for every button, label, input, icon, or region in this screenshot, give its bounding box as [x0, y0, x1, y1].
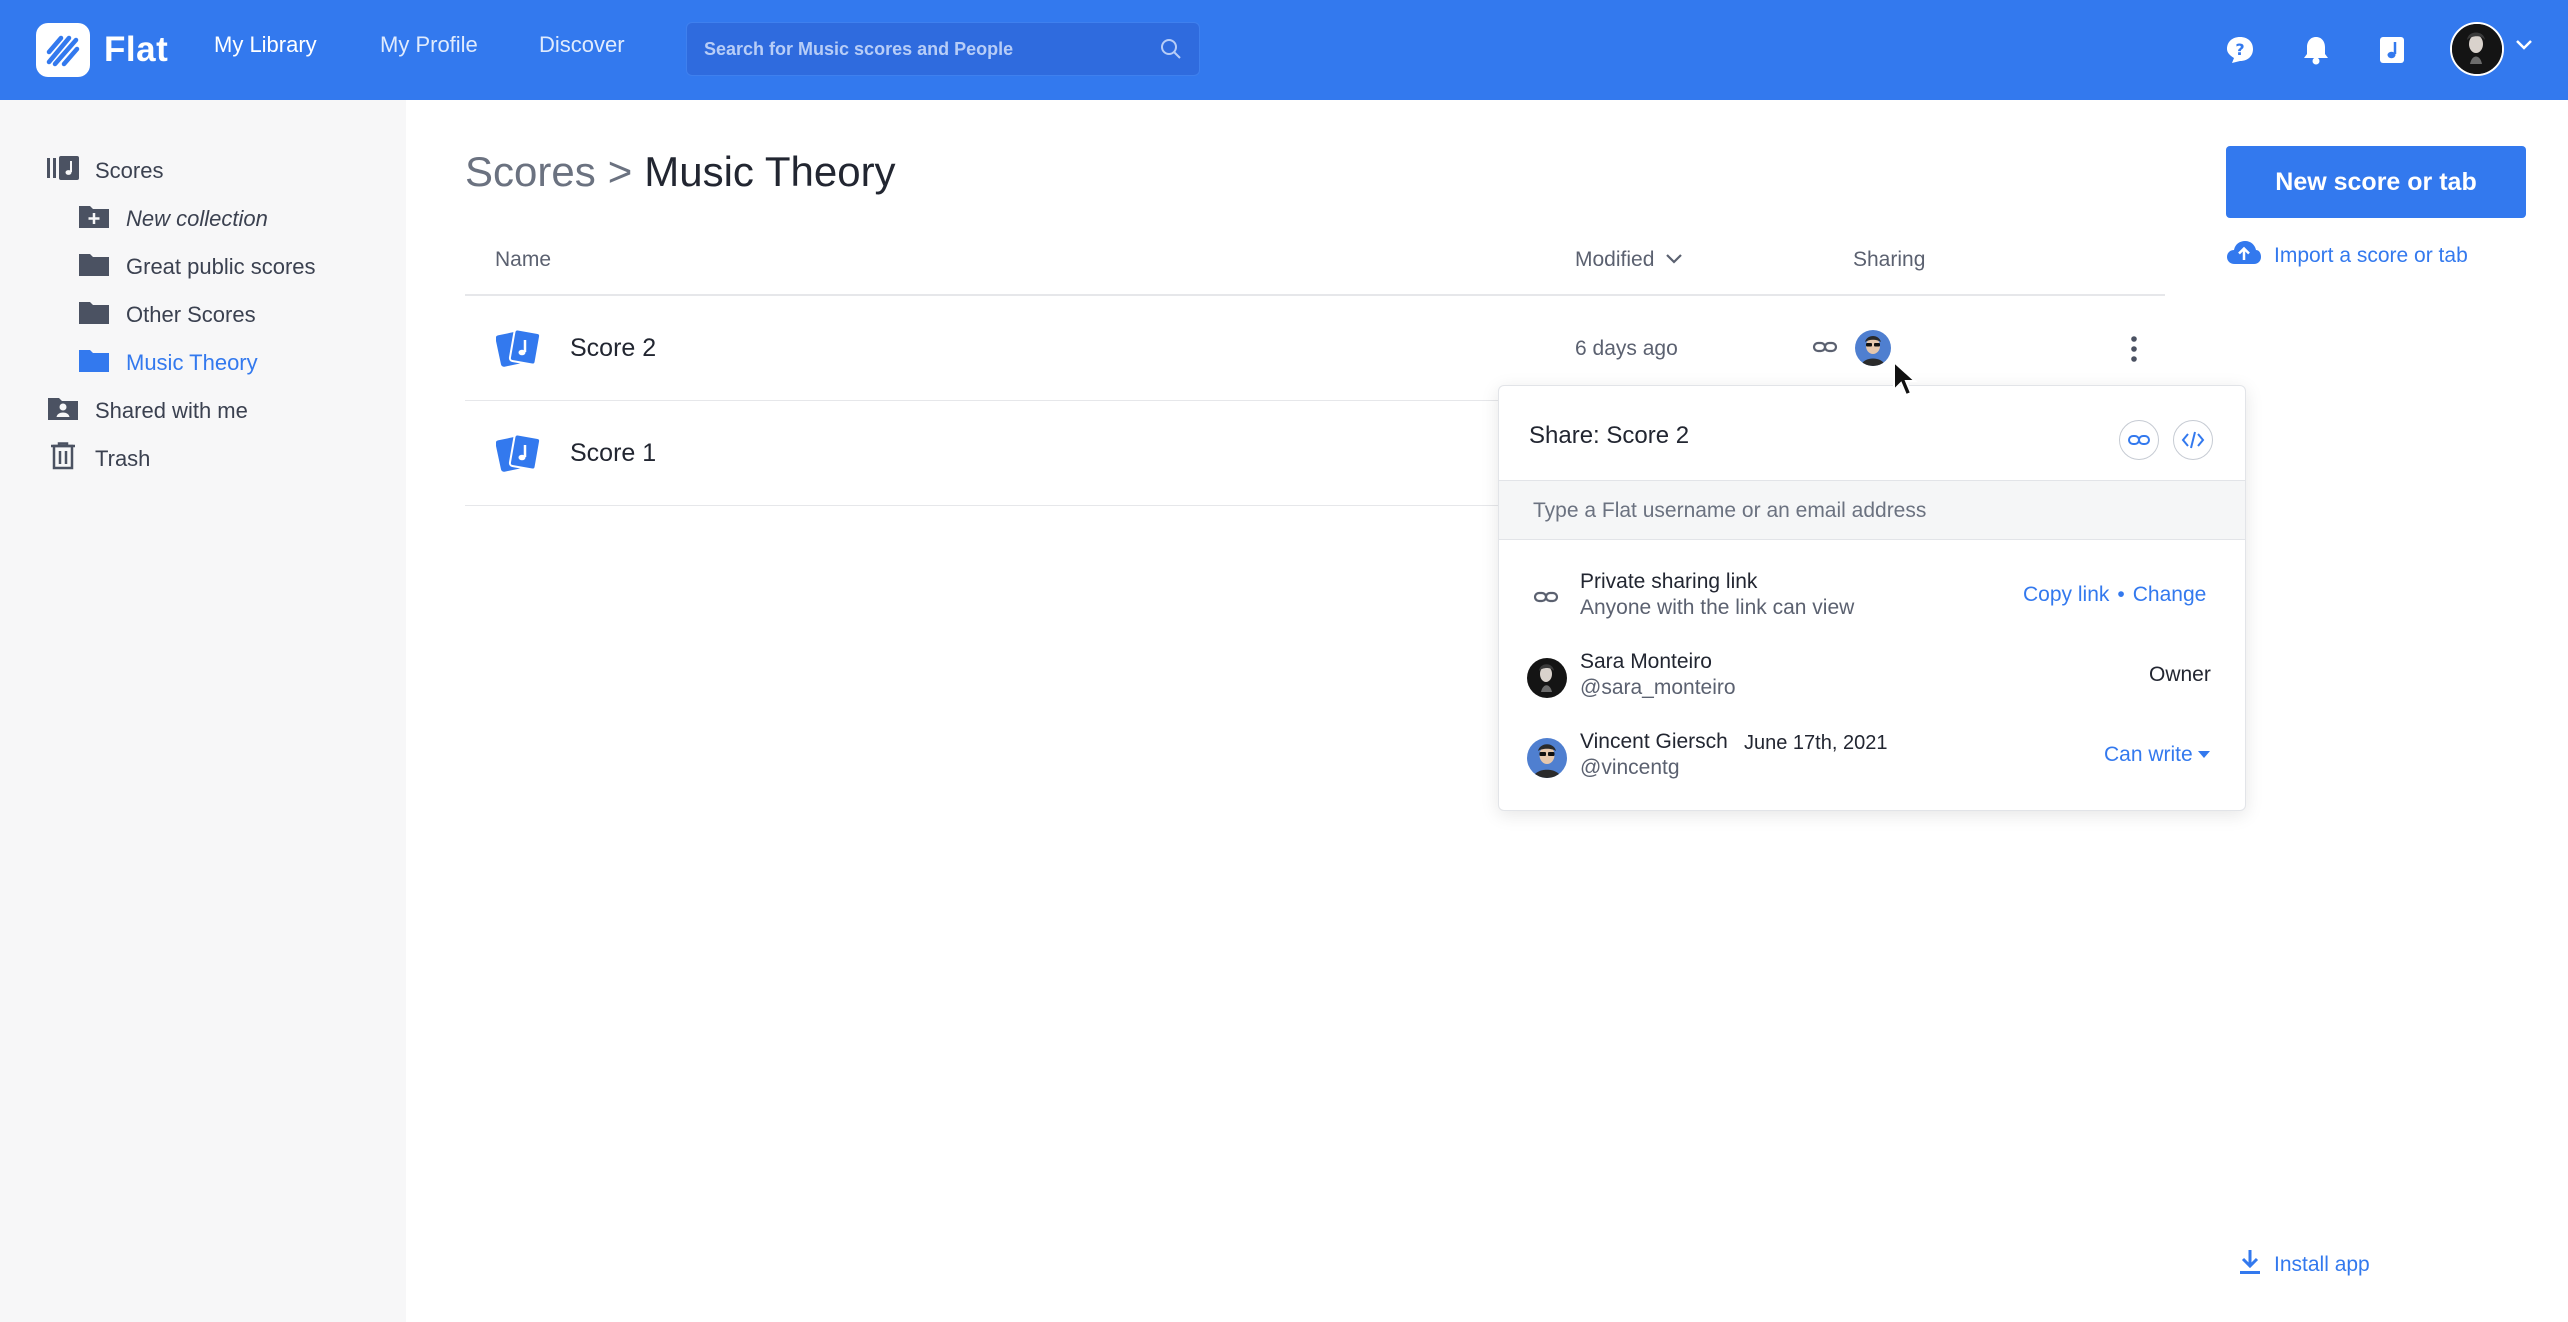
mouse-cursor-icon [1892, 359, 1918, 403]
search-bar [686, 22, 1200, 76]
sidebar-item-shared-with-me[interactable]: Shared with me [47, 394, 248, 428]
sidebar-item-label: New collection [126, 206, 268, 231]
sidebar-item-music-theory[interactable]: Music Theory [78, 346, 258, 380]
user-name: Sara Monteiro [1580, 650, 1712, 673]
private-link-subtitle: Anyone with the link can view [1580, 596, 1855, 619]
music-note-icon[interactable] [2372, 30, 2412, 70]
sidebar: Scores New collection Great public score… [0, 100, 406, 1322]
user-avatar[interactable] [2450, 22, 2504, 76]
breadcrumb-parent[interactable]: Scores [465, 148, 596, 195]
flat-logo-icon [36, 23, 90, 77]
breadcrumb: Scores > Music Theory [465, 148, 896, 196]
permission-label: Can write [2104, 743, 2193, 766]
score-file-icon [495, 327, 542, 374]
install-app-link[interactable]: Install app [2238, 1248, 2370, 1282]
copy-link-icon[interactable] [2119, 420, 2159, 460]
share-username-input[interactable] [1533, 493, 2213, 529]
trash-icon [47, 442, 79, 476]
column-header-sharing: Sharing [1853, 248, 1926, 271]
chevron-down-icon [1664, 248, 1684, 272]
sidebar-item-label: Music Theory [126, 350, 258, 375]
sidebar-item-trash[interactable]: Trash [47, 442, 150, 476]
chevron-down-icon[interactable] [2514, 38, 2534, 57]
cloud-upload-icon [2226, 240, 2262, 272]
modified-date: 6 days ago [1575, 337, 1678, 360]
nav-discover[interactable]: Discover [539, 32, 625, 58]
folder-icon [78, 298, 110, 332]
top-bar: Flat My Library My Profile Discover ? [0, 0, 2568, 100]
user-name: Vincent Giersch [1580, 730, 1728, 753]
folder-plus-icon [78, 202, 110, 236]
sidebar-item-other-scores[interactable]: Other Scores [78, 298, 256, 332]
user-role: Owner [2149, 663, 2211, 686]
collaborator-avatar [1527, 738, 1567, 778]
column-header-modified[interactable]: Modified [1575, 248, 1684, 272]
folder-icon [78, 346, 110, 380]
table-header-divider [465, 294, 2165, 296]
search-input[interactable] [704, 38, 1144, 60]
notifications-bell-icon[interactable] [2296, 30, 2336, 70]
score-file-icon [495, 432, 542, 479]
new-score-button[interactable]: New score or tab [2226, 146, 2526, 218]
popover-title: Share: Score 2 [1529, 422, 1690, 449]
sidebar-item-scores[interactable]: Scores [47, 154, 163, 188]
owner-avatar [1527, 658, 1567, 698]
collaborator-avatar[interactable] [1855, 330, 1891, 366]
download-icon [2238, 1248, 2262, 1282]
permission-dropdown[interactable]: Can write [2104, 743, 2210, 767]
breadcrumb-separator: > [607, 148, 633, 195]
sidebar-item-new-collection[interactable]: New collection [78, 202, 268, 236]
embed-code-icon[interactable] [2173, 420, 2213, 460]
sidebar-item-label: Great public scores [126, 254, 316, 279]
import-score-link[interactable]: Import a score or tab [2226, 240, 2468, 272]
help-icon[interactable]: ? [2220, 30, 2260, 70]
search-icon[interactable] [1159, 37, 1183, 66]
link-icon [1533, 586, 1559, 613]
sidebar-item-label: Trash [95, 446, 151, 471]
link-icon[interactable] [1812, 336, 1838, 363]
caret-down-icon [2197, 746, 2210, 764]
folder-icon [78, 250, 110, 284]
sidebar-item-great-public-scores[interactable]: Great public scores [78, 250, 316, 284]
share-date: June 17th, 2021 [1744, 732, 1888, 754]
install-label: Install app [2274, 1253, 2370, 1276]
copy-link-button[interactable]: Copy link [2023, 583, 2109, 607]
nav-my-library[interactable]: My Library [214, 32, 317, 58]
import-label: Import a score or tab [2274, 244, 2468, 267]
column-header-label: Modified [1575, 248, 1655, 271]
sidebar-item-label: Scores [95, 158, 164, 183]
private-link-actions: Copy link • Change [2023, 583, 2206, 607]
sidebar-item-label: Shared with me [95, 398, 248, 423]
nav-my-profile[interactable]: My Profile [380, 32, 478, 58]
user-handle: @vincentg [1580, 756, 1680, 779]
flat-logo[interactable]: Flat [36, 22, 168, 78]
shared-folder-icon [47, 394, 79, 428]
logo-text: Flat [104, 30, 169, 69]
column-header-name[interactable]: Name [495, 248, 551, 272]
private-link-title: Private sharing link [1580, 570, 1758, 593]
share-input-wrapper [1499, 480, 2245, 540]
page-title: Music Theory [644, 148, 896, 195]
score-name[interactable]: Score 2 [570, 334, 656, 363]
share-popover: Share: Score 2 Private sharing link Anyo… [1498, 385, 2246, 811]
sidebar-item-label: Other Scores [126, 302, 256, 327]
change-link-button[interactable]: Change [2133, 583, 2207, 607]
svg-text:?: ? [2235, 40, 2244, 59]
more-options-icon[interactable] [2120, 334, 2148, 369]
user-handle: @sara_monteiro [1580, 676, 1736, 699]
action-separator: • [2117, 583, 2125, 606]
score-name[interactable]: Score 1 [570, 439, 656, 468]
scores-icon [47, 154, 79, 188]
